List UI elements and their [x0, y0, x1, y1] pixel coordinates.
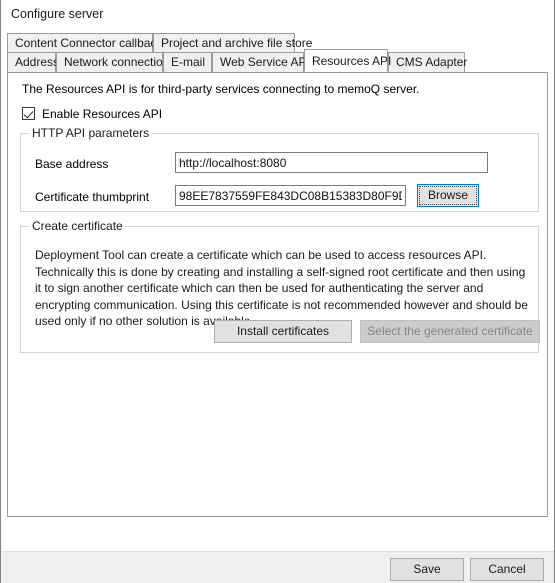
- select-generated-certificate-button: Select the generated certificate: [360, 320, 540, 343]
- browse-button[interactable]: Browse: [417, 184, 479, 207]
- tab-label: Address: [15, 55, 60, 69]
- tab-cms-adapter[interactable]: CMS Adapter: [388, 52, 468, 72]
- enable-resources-api-checkbox[interactable]: Enable Resources API: [22, 105, 162, 122]
- tab-content-connector-callback[interactable]: Content Connector callback: [7, 33, 162, 53]
- base-address-input[interactable]: [175, 152, 488, 173]
- tab-label: Resources API: [312, 54, 392, 68]
- dialog-title: Configure server: [11, 7, 104, 21]
- create-certificate-group: Create certificate Deployment Tool can c…: [20, 219, 540, 353]
- certificate-thumbprint-input[interactable]: [175, 185, 406, 206]
- base-address-label: Base address: [35, 157, 109, 171]
- dialog-footer: Save Cancel: [1, 551, 554, 583]
- certificate-thumbprint-label: Certificate thumbprint: [35, 190, 150, 204]
- tab-email[interactable]: E-mail: [163, 52, 212, 72]
- tab-label: Web Service API: [220, 55, 310, 69]
- tab-network-connection[interactable]: Network connection: [56, 52, 169, 72]
- cancel-button[interactable]: Cancel: [470, 558, 544, 581]
- configure-server-dialog: Configure server Content Connector callb…: [0, 0, 555, 583]
- checkmark-icon: [22, 107, 35, 120]
- tab-label: E-mail: [171, 55, 206, 69]
- enable-resources-api-label: Enable Resources API: [42, 106, 163, 121]
- resources-api-tab-page: The Resources API is for third-party ser…: [7, 72, 548, 517]
- tab-row-lower: Address Network connection E-mail Web Se…: [7, 49, 548, 72]
- http-api-parameters-title: HTTP API parameters: [29, 126, 153, 140]
- dialog-titlebar: Configure server: [1, 0, 554, 29]
- settings-tab-control: Content Connector callback Project and a…: [7, 33, 548, 517]
- tab-address[interactable]: Address: [7, 52, 60, 72]
- save-button[interactable]: Save: [390, 558, 464, 581]
- create-certificate-title: Create certificate: [29, 219, 126, 233]
- tab-label: Network connection: [64, 55, 170, 69]
- create-certificate-description: Deployment Tool can create a certificate…: [35, 248, 528, 328]
- tab-row-upper: Content Connector callback Project and a…: [7, 33, 548, 53]
- tab-project-and-archive-file-store[interactable]: Project and archive file store: [153, 33, 312, 53]
- tab-resources-api[interactable]: Resources API: [304, 49, 392, 72]
- tab-web-service-api[interactable]: Web Service API: [212, 52, 310, 72]
- tab-label: CMS Adapter: [396, 55, 468, 69]
- http-api-parameters-group: HTTP API parameters Base address Certifi…: [20, 126, 539, 212]
- install-certificates-button[interactable]: Install certificates: [214, 320, 352, 343]
- tab-label: Project and archive file store: [161, 36, 313, 50]
- intro-description: The Resources API is for third-party ser…: [22, 82, 420, 96]
- tab-label: Content Connector callback: [15, 36, 163, 50]
